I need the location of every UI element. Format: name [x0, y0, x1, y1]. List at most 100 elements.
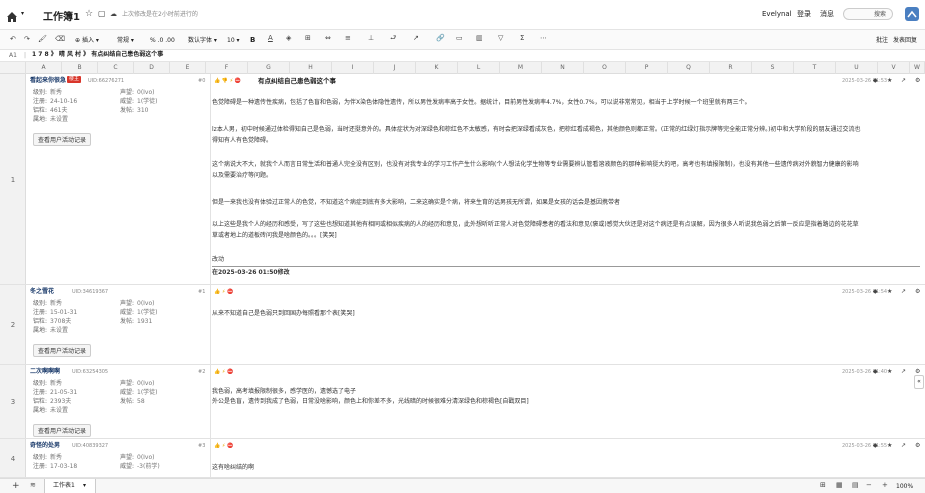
row-header[interactable]: 4	[0, 439, 26, 478]
border-icon[interactable]: ⊞	[305, 34, 311, 42]
font-size-select[interactable]: 10 ▾	[227, 37, 240, 45]
star-icon[interactable]: ★	[887, 77, 892, 84]
like-icon[interactable]: 👍	[214, 289, 222, 295]
add-sheet-icon[interactable]: +	[12, 481, 20, 491]
zoom-in-icon[interactable]: +	[882, 481, 888, 489]
gear-icon[interactable]: ⚙	[915, 288, 920, 295]
column-header-f[interactable]: F	[206, 62, 248, 74]
user-name[interactable]: 冬之雪花	[30, 288, 54, 296]
user-name[interactable]: 奇怪的处男	[30, 442, 60, 450]
star-icon[interactable]: ★	[887, 288, 892, 295]
chevron-down-icon[interactable]: ▾	[21, 10, 24, 18]
column-header-n[interactable]: N	[542, 62, 584, 74]
row-header[interactable]: 2	[0, 285, 26, 365]
like-icon[interactable]: 👍	[214, 369, 222, 375]
redo-icon[interactable]: ↷	[24, 35, 30, 43]
format-selector[interactable]: % .0 .00	[150, 37, 175, 45]
sheet-tab[interactable]: 工作表1 ▾	[44, 479, 96, 493]
chart-icon[interactable]: ▥	[476, 34, 483, 42]
share-icon[interactable]: ↗	[901, 368, 906, 375]
link-icon[interactable]: 🔗	[436, 34, 445, 42]
column-header-d[interactable]: D	[134, 62, 170, 74]
block-icon[interactable]: ⛔	[227, 443, 233, 449]
row-header[interactable]: 3	[0, 365, 26, 439]
align-icon[interactable]: ≡	[345, 34, 351, 42]
home-icon[interactable]	[6, 8, 18, 22]
star-icon[interactable]: ★	[887, 368, 892, 375]
function-icon[interactable]: Σ	[520, 34, 524, 42]
rotate-icon[interactable]: ↗	[413, 34, 419, 42]
merge-icon[interactable]: ⇔	[325, 34, 331, 42]
column-header-m[interactable]: M	[500, 62, 542, 74]
column-header-e[interactable]: E	[170, 62, 206, 74]
zoom-out-icon[interactable]: −	[866, 481, 872, 489]
column-header-r[interactable]: R	[710, 62, 752, 74]
user-name[interactable]: Evelynal	[762, 10, 792, 19]
gear-icon[interactable]: ⚙	[915, 368, 920, 375]
column-header-c[interactable]: C	[98, 62, 134, 74]
dislike-icon[interactable]: 👎	[222, 78, 230, 84]
column-header-j[interactable]: J	[374, 62, 416, 74]
insert-button[interactable]: ⊕ 插入 ▾	[75, 37, 99, 45]
wrap-icon[interactable]: ⮐	[390, 34, 396, 45]
page-view-icon[interactable]: ▦	[836, 481, 843, 489]
comment-icon[interactable]: ▭	[456, 34, 463, 42]
column-header-v[interactable]: V	[878, 62, 910, 74]
star-icon[interactable]: ★	[887, 442, 892, 449]
fill-color-icon[interactable]: ◈	[286, 34, 291, 42]
gear-icon[interactable]: ⚙	[915, 442, 920, 449]
filter-icon[interactable]: ▽	[498, 34, 503, 42]
view-activity-button[interactable]: 查看用户活动记录	[33, 133, 92, 146]
post-reply-button[interactable]: 发表回复	[893, 37, 917, 45]
search-input[interactable]: 搜索	[843, 8, 893, 20]
cell-reference[interactable]: A1	[9, 52, 17, 60]
style-select[interactable]: 常规 ▾	[117, 37, 134, 45]
share-icon[interactable]: ↗	[901, 288, 906, 295]
formula-content[interactable]: 1 7 8 》 晴 风 村 》 有点纠结自己患色弱这个事	[32, 51, 163, 59]
undo-icon[interactable]: ↶	[10, 35, 16, 43]
bold-button[interactable]: B	[250, 36, 255, 45]
like-icon[interactable]: 👍	[214, 443, 222, 449]
sheet-grid[interactable]: 1 看起来你很急 楼主 UID:66276271 #0 级别: 新秀 声望: 0(Ivo) 注册:…	[0, 74, 925, 478]
column-header-g[interactable]: G	[248, 62, 290, 74]
grid-view-icon[interactable]: ⊞	[820, 481, 826, 489]
paint-format-icon[interactable]: 🖌	[38, 35, 47, 43]
comment-toggle[interactable]: 批注	[876, 37, 888, 45]
column-header-p[interactable]: P	[626, 62, 668, 74]
login-link[interactable]: 登录	[797, 10, 811, 19]
block-icon[interactable]: ⛔	[227, 289, 233, 295]
layout-view-icon[interactable]: ▤	[852, 481, 859, 489]
block-icon[interactable]: ⛔	[235, 78, 241, 84]
column-header-u[interactable]: U	[836, 62, 878, 74]
android-icon[interactable]: ◆	[873, 368, 878, 375]
font-color-icon[interactable]: A	[268, 34, 273, 42]
column-header-l[interactable]: L	[458, 62, 500, 74]
user-name[interactable]: 二次啊啊啊	[30, 368, 60, 376]
messages-link[interactable]: 消息	[820, 10, 834, 19]
gear-icon[interactable]: ⚙	[915, 77, 920, 84]
view-activity-button[interactable]: 查看用户活动记录	[33, 424, 92, 437]
column-header-t[interactable]: T	[794, 62, 836, 74]
clear-format-icon[interactable]: ⌫	[55, 35, 65, 43]
column-header-w[interactable]: W	[910, 62, 925, 74]
android-icon[interactable]: ◆	[873, 288, 878, 295]
font-select[interactable]: 数认字体 ▾	[188, 37, 217, 45]
column-header-h[interactable]: H	[290, 62, 332, 74]
workbook-title[interactable]: 工作簿1	[43, 8, 80, 23]
column-header-i[interactable]: I	[332, 62, 374, 74]
block-icon[interactable]: ⛔	[227, 369, 233, 375]
column-header-b[interactable]: B	[62, 62, 98, 74]
more-icon[interactable]: ⋯	[540, 34, 547, 42]
like-icon[interactable]: 👍	[214, 78, 222, 84]
app-logo-icon[interactable]	[905, 7, 919, 21]
column-header-k[interactable]: K	[416, 62, 458, 74]
sheet-list-icon[interactable]: ≋	[30, 481, 36, 489]
folder-icon[interactable]: ▢	[98, 9, 106, 18]
android-icon[interactable]: ◆	[873, 77, 878, 84]
view-activity-button[interactable]: 查看用户活动记录	[33, 344, 92, 357]
star-icon[interactable]: ☆	[85, 9, 93, 19]
column-header-o[interactable]: O	[584, 62, 626, 74]
column-header-a[interactable]: A	[26, 62, 62, 74]
valign-icon[interactable]: ⊥	[368, 34, 374, 42]
share-icon[interactable]: ↗	[901, 77, 906, 84]
